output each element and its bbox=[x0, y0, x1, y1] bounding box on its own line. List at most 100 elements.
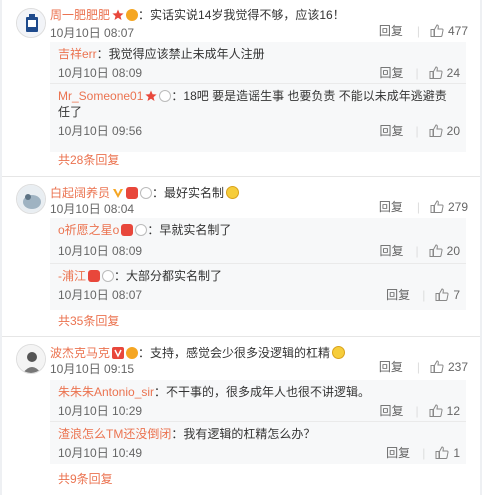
comment-text: 支持，感觉会少很多没逻辑的杠精 bbox=[150, 346, 331, 360]
thumbs-up-icon bbox=[430, 24, 444, 37]
reply-button[interactable]: 回复 bbox=[379, 360, 403, 374]
member-badge-icon bbox=[121, 224, 134, 236]
reply-item: 吉祥err：我觉得应该禁止未成年人注册 10月10日 08:09 回复 | 24 bbox=[50, 42, 466, 84]
view-more-replies-link[interactable]: 共9条回复 bbox=[58, 470, 113, 487]
member-badge-icon bbox=[88, 270, 100, 282]
like-button[interactable]: 20 bbox=[429, 244, 460, 258]
comment-time: 10月10日 09:15 bbox=[50, 362, 135, 376]
comment-item: 波杰克马克 ：支持，感觉会少很多没逻辑的杠精 10月10日 09:15 回复 | 23… bbox=[2, 338, 480, 495]
reply-text: ：早就实名制了 bbox=[147, 223, 232, 237]
reply-button[interactable]: 回复 bbox=[386, 288, 410, 302]
comment-username[interactable]: 白起阔养员 bbox=[50, 186, 110, 200]
comment-time: 10月10日 08:07 bbox=[50, 26, 135, 40]
reply-item: 朱朱朱Antonio_sir：不干事的，很多成年人也很不讲逻辑。 10月10日 … bbox=[50, 380, 466, 422]
reply-text: ：18吧 要是造谣生事 也要负责 不能以未成年逃避责 bbox=[171, 89, 447, 103]
reply-text: ：不干事的，很多成年人也很不讲逻辑。 bbox=[154, 385, 371, 399]
avatar-image bbox=[17, 9, 45, 37]
like-button[interactable]: 477 bbox=[430, 24, 468, 38]
reply-button[interactable]: 回复 bbox=[379, 24, 403, 38]
reply-button[interactable]: 回复 bbox=[386, 446, 410, 460]
comment-body: 周一肥肥肥 ：实话实说14岁我觉得不够，应该16！ bbox=[50, 8, 345, 22]
thumbs-up-icon bbox=[429, 124, 443, 137]
like-button[interactable]: 279 bbox=[430, 200, 468, 214]
reply-username[interactable]: o祈愿之星o bbox=[58, 223, 119, 237]
like-count: 24 bbox=[446, 66, 460, 80]
reply-time: 10月10日 10:29 bbox=[58, 404, 143, 418]
member-badge-icon bbox=[126, 9, 139, 21]
view-more-replies-link[interactable]: 共35条回复 bbox=[58, 312, 119, 329]
vip-star-icon bbox=[145, 90, 157, 102]
reply-time: 10月10日 08:09 bbox=[58, 66, 143, 80]
comment-username[interactable]: 周一肥肥肥 bbox=[50, 8, 110, 22]
grin-emoji-icon bbox=[332, 346, 346, 359]
comment-time: 10月10日 08:04 bbox=[50, 202, 135, 216]
like-count: 20 bbox=[446, 244, 460, 258]
reply-time: 10月10日 08:07 bbox=[58, 288, 143, 302]
thumbs-up-icon bbox=[429, 66, 443, 79]
thumbs-up-icon bbox=[430, 360, 444, 373]
reply-username[interactable]: 吉祥err bbox=[58, 47, 97, 61]
comment-body: 白起阔养员 ：最好实名制 bbox=[50, 185, 240, 201]
member-badge-icon bbox=[126, 187, 139, 199]
reply-text-continued: 任了 bbox=[58, 105, 83, 119]
reply-button[interactable]: 回复 bbox=[380, 124, 404, 138]
reply-time: 10月10日 09:56 bbox=[58, 124, 143, 138]
thumbs-up-icon bbox=[435, 288, 449, 301]
reply-item: Mr_Someone01 ：18吧 要是造谣生事 也要负责 不能以未成年逃避责 任… bbox=[58, 89, 460, 138]
avatar-image bbox=[17, 345, 45, 373]
comment-username[interactable]: 波杰克马克 bbox=[50, 346, 110, 360]
like-button[interactable]: 24 bbox=[429, 66, 460, 80]
reply-list: o祈愿之星o ：早就实名制了 10月10日 08:09 回复 | 20 -浦江 ：大部分… bbox=[50, 218, 466, 310]
reply-time: 10月10日 10:49 bbox=[58, 446, 143, 460]
member-badge-icon bbox=[126, 347, 139, 359]
comment-actions: 回复 | 279 bbox=[378, 200, 468, 214]
comment-body: 波杰克马克 ：支持，感觉会少很多没逻辑的杠精 bbox=[50, 345, 346, 361]
reply-time: 10月10日 08:09 bbox=[58, 244, 143, 258]
like-count: 12 bbox=[446, 404, 460, 418]
thumbs-up-icon bbox=[429, 244, 443, 257]
reply-text: ：我有逻辑的杠精怎么办？ bbox=[171, 427, 316, 441]
avatar[interactable] bbox=[16, 184, 46, 214]
v-badge-icon bbox=[112, 347, 125, 359]
like-count: 279 bbox=[447, 200, 468, 214]
reply-username[interactable]: 渣浪怎么TM还没倒闭 bbox=[58, 427, 171, 441]
panda-badge-icon bbox=[159, 90, 172, 102]
reply-item: -浦江 ：大部分都实名制了 10月10日 08:07 回复 | 7 bbox=[58, 269, 460, 302]
panda-badge-icon bbox=[140, 187, 153, 199]
reply-text: ：大部分都实名制了 bbox=[114, 269, 223, 283]
avatar[interactable] bbox=[16, 344, 46, 374]
reply-button[interactable]: 回复 bbox=[380, 66, 404, 80]
like-button[interactable]: 1 bbox=[435, 446, 460, 460]
like-button[interactable]: 237 bbox=[430, 360, 468, 374]
divider bbox=[2, 336, 480, 337]
comment-text: 最好实名制 bbox=[164, 186, 225, 200]
like-button[interactable]: 20 bbox=[429, 124, 460, 138]
reply-item: 渣浪怎么TM还没倒闭：我有逻辑的杠精怎么办？ 10月10日 10:49 回复 | 1 bbox=[58, 427, 460, 460]
panda-badge-icon bbox=[102, 270, 114, 282]
v-badge-icon bbox=[112, 187, 124, 199]
like-count: 20 bbox=[446, 124, 460, 138]
comment-text: 实话实说14岁我觉得不够，应该16！ bbox=[150, 8, 345, 22]
reply-list: 朱朱朱Antonio_sir：不干事的，很多成年人也很不讲逻辑。 10月10日 … bbox=[50, 380, 466, 464]
avatar-image bbox=[17, 185, 45, 213]
reply-list: 吉祥err：我觉得应该禁止未成年人注册 10月10日 08:09 回复 | 24 M… bbox=[50, 42, 466, 152]
reply-button[interactable]: 回复 bbox=[380, 244, 404, 258]
reply-item: o祈愿之星o ：早就实名制了 10月10日 08:09 回复 | 20 bbox=[50, 218, 466, 264]
view-more-replies-link[interactable]: 共28条回复 bbox=[58, 151, 119, 168]
like-count: 1 bbox=[453, 446, 460, 460]
comment-list: 周一肥肥肥 ：实话实说14岁我觉得不够，应该16！ 10月10日 08:07 回复… bbox=[2, 0, 480, 495]
like-count: 237 bbox=[447, 360, 468, 374]
like-button[interactable]: 12 bbox=[429, 404, 460, 418]
like-count: 7 bbox=[453, 288, 460, 302]
vip-star-icon bbox=[112, 9, 124, 21]
thumbs-up-icon bbox=[435, 446, 449, 459]
reply-button[interactable]: 回复 bbox=[380, 404, 404, 418]
reply-button[interactable]: 回复 bbox=[379, 200, 403, 214]
reply-username[interactable]: Mr_Someone01 bbox=[58, 89, 143, 103]
like-button[interactable]: 7 bbox=[435, 288, 460, 302]
reply-username[interactable]: 朱朱朱Antonio_sir bbox=[58, 385, 154, 399]
reply-username[interactable]: -浦江 bbox=[58, 269, 86, 283]
avatar[interactable] bbox=[16, 8, 46, 38]
smile-emoji-icon bbox=[226, 186, 240, 199]
thumbs-up-icon bbox=[429, 404, 443, 417]
